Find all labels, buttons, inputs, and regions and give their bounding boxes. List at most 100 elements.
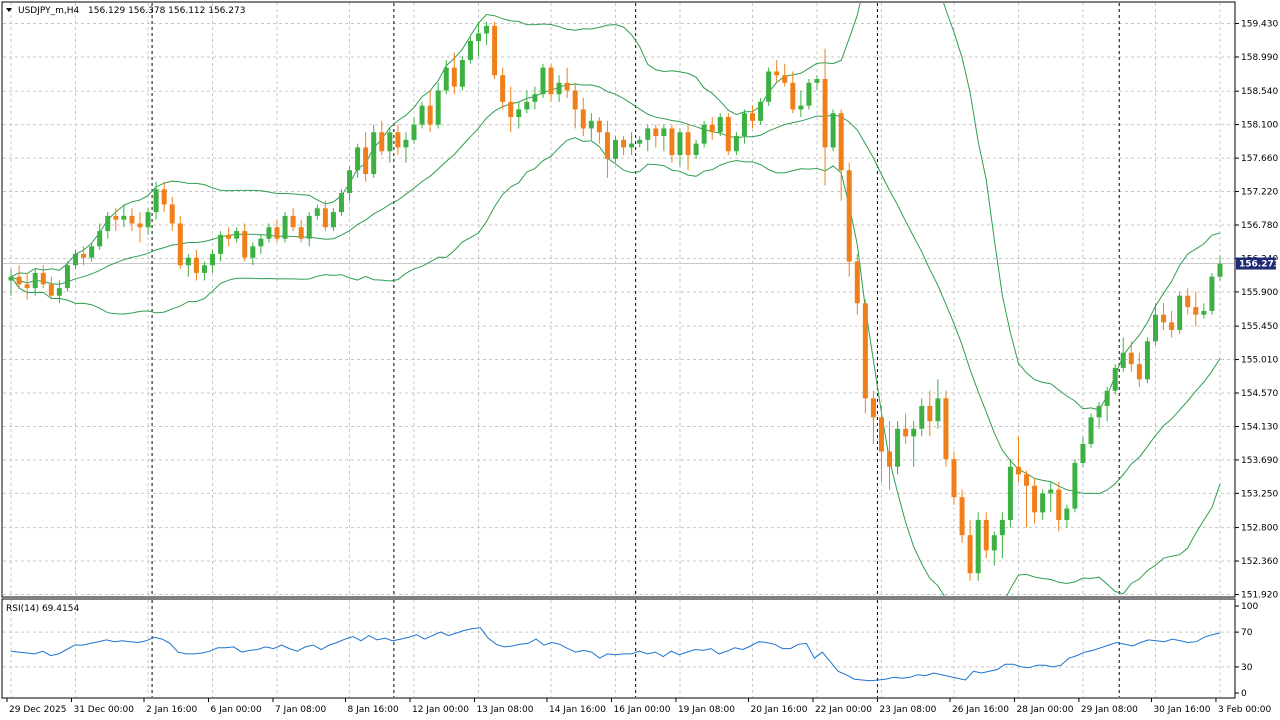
- candle[interactable]: [492, 22, 498, 80]
- candle-body: [556, 82, 562, 95]
- candle[interactable]: [701, 120, 707, 148]
- candle[interactable]: [282, 212, 288, 243]
- candle[interactable]: [959, 489, 965, 543]
- candle[interactable]: [766, 67, 772, 106]
- price-tick-label: 155.450: [1241, 322, 1278, 332]
- candle-body: [782, 75, 788, 83]
- rsi-tick-label: 70: [1241, 628, 1253, 638]
- candle[interactable]: [1112, 364, 1118, 395]
- candle[interactable]: [419, 101, 425, 129]
- candle-body: [750, 113, 756, 121]
- candle[interactable]: [975, 512, 981, 581]
- candle[interactable]: [1144, 337, 1150, 384]
- time-tick-label: 16 Jan 00:00: [613, 705, 670, 715]
- candle-body: [621, 139, 627, 148]
- candle[interactable]: [1177, 291, 1183, 334]
- candle-body: [274, 227, 280, 239]
- candle-body: [89, 246, 95, 258]
- price-tick-label: 155.900: [1241, 288, 1278, 298]
- candle[interactable]: [1088, 413, 1094, 448]
- candle-body: [1177, 295, 1183, 330]
- time-tick-label: 12 Jan 00:00: [412, 705, 469, 715]
- candle-body: [266, 227, 272, 239]
- candle-body: [1015, 466, 1021, 475]
- candle[interactable]: [540, 63, 546, 99]
- candle[interactable]: [1072, 459, 1078, 513]
- candle-body: [475, 33, 481, 42]
- candle[interactable]: [951, 451, 957, 505]
- candle[interactable]: [725, 113, 731, 156]
- price-tick-label: 158.990: [1241, 53, 1278, 63]
- price-tick-label: 158.540: [1241, 87, 1278, 97]
- candle-body: [322, 208, 328, 228]
- candle[interactable]: [64, 261, 70, 292]
- time-tick-label: 8 Jan 16:00: [348, 705, 400, 715]
- candle-body: [596, 120, 602, 133]
- candle-body: [1144, 341, 1150, 380]
- candle[interactable]: [613, 136, 618, 163]
- candle-body: [588, 120, 594, 129]
- candle-body: [532, 94, 538, 102]
- candle-body: [1024, 474, 1030, 486]
- price-tick-label: 158.100: [1241, 121, 1278, 131]
- candle[interactable]: [895, 421, 901, 475]
- candle-body: [677, 132, 683, 156]
- candle-body: [999, 519, 1005, 536]
- candle-body: [234, 231, 240, 239]
- candle[interactable]: [459, 56, 465, 91]
- candle-body: [1161, 314, 1167, 323]
- candle[interactable]: [1209, 272, 1215, 315]
- candle-body: [1152, 314, 1158, 342]
- price-tag-label: 156.273: [1239, 260, 1280, 270]
- rsi-label: RSI(14) 69.4154: [6, 604, 79, 614]
- chart-header: USDJPY_m,H4 156.129 156.378 156.112 156.…: [6, 6, 245, 16]
- trading-chart[interactable]: 159.430 158.990 158.540 158.100 157.660 157.2…: [0, 0, 1280, 720]
- candle-body: [540, 67, 546, 95]
- candle-body: [97, 231, 103, 247]
- candle[interactable]: [1007, 459, 1013, 528]
- candle-body: [1128, 352, 1134, 365]
- price-tick-label: 154.130: [1241, 422, 1278, 432]
- candle-body: [411, 124, 417, 140]
- candle-body: [226, 234, 232, 239]
- candle-body: [81, 253, 87, 258]
- candle-body: [637, 139, 643, 144]
- candle-body: [1209, 276, 1215, 311]
- candle[interactable]: [338, 189, 344, 216]
- candle-body: [903, 428, 909, 437]
- candle[interactable]: [943, 390, 949, 467]
- price-tick-label: 153.250: [1241, 489, 1278, 499]
- candle[interactable]: [806, 79, 812, 110]
- candle-body: [105, 215, 111, 232]
- candle-body: [298, 227, 304, 239]
- candle-body: [185, 257, 191, 266]
- candle-body: [330, 212, 336, 228]
- candle-body: [1185, 295, 1191, 308]
- candle-body: [580, 109, 586, 129]
- candle-body: [193, 257, 199, 273]
- candle-body: [282, 215, 288, 239]
- time-tick-label: 26 Jan 16:00: [952, 705, 1009, 715]
- price-tick-label: 153.690: [1241, 456, 1278, 466]
- candle-body: [1169, 322, 1175, 330]
- time-tick-label: 7 Jan 08:00: [275, 705, 327, 715]
- candle[interactable]: [371, 124, 377, 178]
- candle-body: [524, 101, 530, 110]
- candle[interactable]: [758, 98, 764, 125]
- candle[interactable]: [177, 215, 183, 270]
- candle-body: [725, 117, 731, 152]
- candle-body: [774, 71, 780, 76]
- candle-body: [604, 132, 610, 159]
- candle[interactable]: [467, 37, 473, 64]
- rsi-tick-label: 30: [1241, 663, 1253, 673]
- time-tick-label: 22 Jan 00:00: [815, 705, 872, 715]
- candle[interactable]: [846, 162, 852, 277]
- candle-body: [572, 90, 578, 110]
- rsi-tick-label: 0: [1241, 689, 1247, 699]
- candle-body: [40, 272, 46, 285]
- candle[interactable]: [862, 299, 868, 414]
- candle-body: [48, 284, 54, 296]
- candle[interactable]: [830, 109, 836, 152]
- time-tick-label: 19 Jan 08:00: [678, 705, 735, 715]
- candle-body: [935, 398, 941, 422]
